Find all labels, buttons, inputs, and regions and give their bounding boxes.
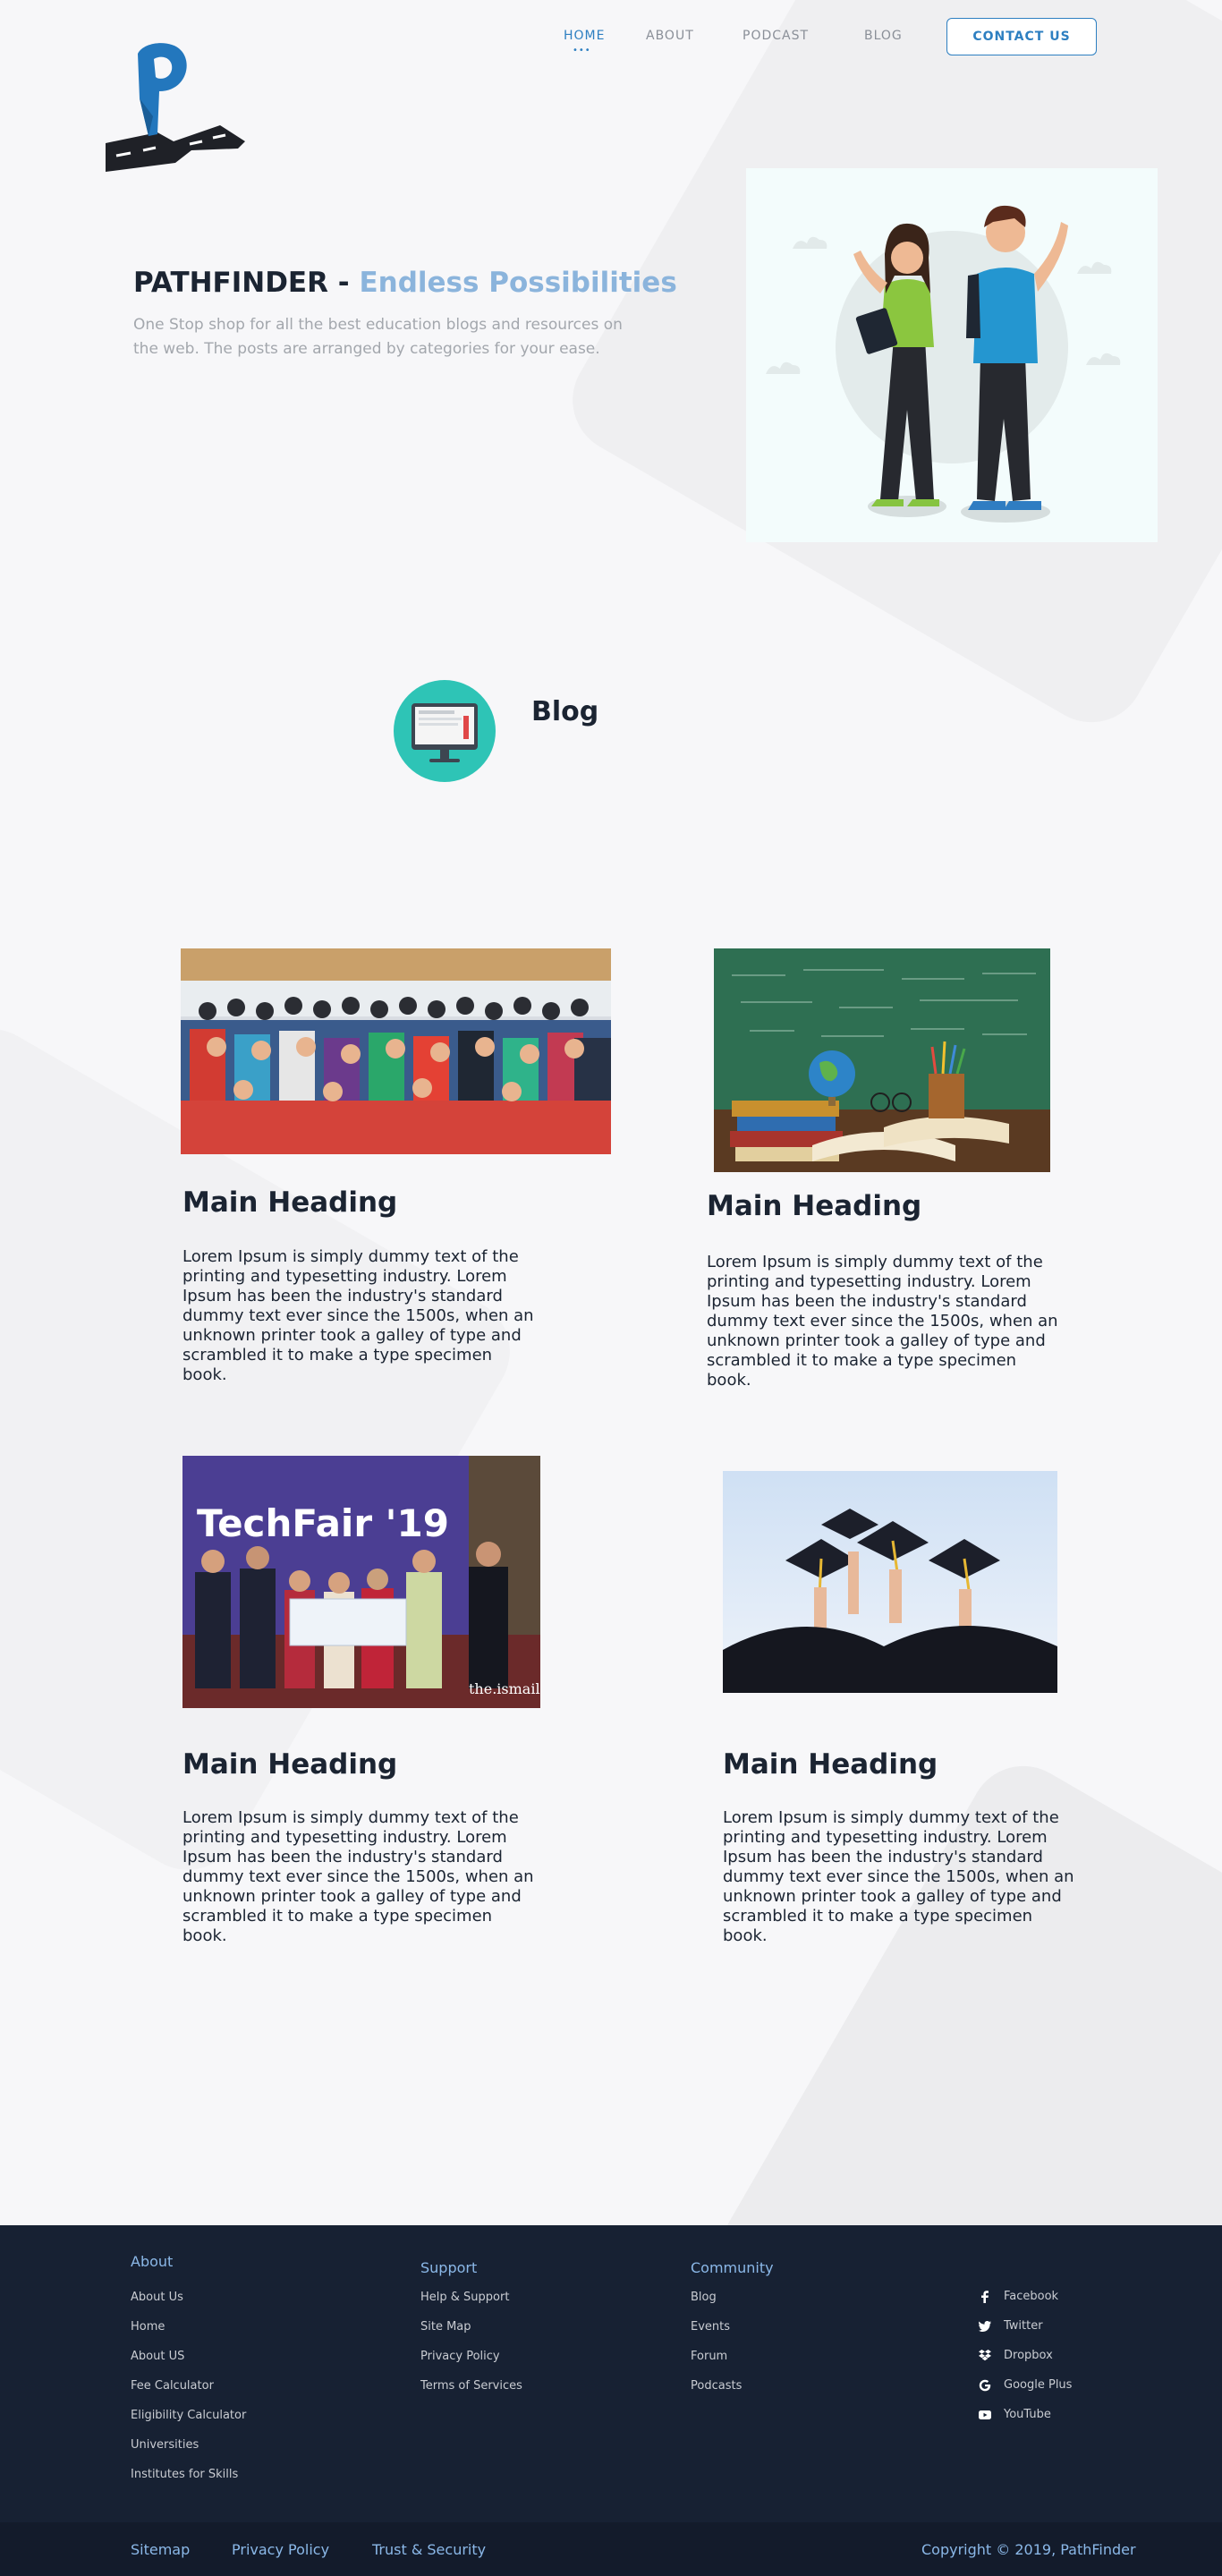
hero-title-accent: Endless Possibilities	[359, 267, 677, 299]
footer-link-help-support[interactable]: Help & Support	[420, 2291, 509, 2304]
nav-about[interactable]: ABOUT	[646, 29, 694, 43]
google-plus-label: Google Plus	[1004, 2378, 1073, 2392]
footer-link-eligibility-calculator[interactable]: Eligibility Calculator	[131, 2409, 246, 2422]
footer-link-institutes[interactable]: Institutes for Skills	[131, 2468, 238, 2481]
footer-link-blog[interactable]: Blog	[691, 2291, 717, 2304]
footer-link-about-us[interactable]: About Us	[131, 2291, 183, 2304]
card-2-body: Lorem Ipsum is simply dummy text of the …	[707, 1253, 1058, 1390]
card-3-image[interactable]: TechFair '19 the.ismaili	[182, 1456, 540, 1708]
footer-bottom-sitemap[interactable]: Sitemap	[131, 2541, 190, 2558]
footer-link-universities[interactable]: Universities	[131, 2438, 199, 2452]
footer-social-google-plus[interactable]: Google Plus	[979, 2378, 1072, 2392]
footer-about-heading: About	[131, 2253, 174, 2270]
hero-subtitle: One Stop shop for all the best education…	[133, 316, 623, 358]
card-4-body: Lorem Ipsum is simply dummy text of the …	[723, 1808, 1074, 1945]
dropbox-label: Dropbox	[1004, 2349, 1053, 2362]
youtube-icon	[979, 2409, 991, 2421]
footer-link-events[interactable]: Events	[691, 2320, 730, 2334]
nav-home[interactable]: HOME	[564, 29, 605, 43]
dropbox-icon	[979, 2350, 991, 2362]
footer-link-home[interactable]: Home	[131, 2320, 165, 2334]
nav-podcast[interactable]: PODCAST	[743, 29, 809, 43]
students-illustration	[746, 168, 1158, 542]
google-plus-icon	[979, 2379, 991, 2392]
active-indicator: •••	[573, 46, 591, 55]
footer-community-heading: Community	[691, 2259, 774, 2276]
card-4-heading[interactable]: Main Heading	[723, 1748, 938, 1781]
card-2-image[interactable]	[714, 948, 1050, 1172]
footer-bottom-privacy-policy[interactable]: Privacy Policy	[232, 2541, 329, 2558]
pathfinder-logo[interactable]	[104, 36, 247, 179]
footer-link-fee-calculator[interactable]: Fee Calculator	[131, 2379, 214, 2393]
card-3-body: Lorem Ipsum is simply dummy text of the …	[182, 1808, 534, 1945]
footer-social-youtube[interactable]: YouTube	[979, 2408, 1051, 2421]
footer-social-dropbox[interactable]: Dropbox	[979, 2349, 1053, 2362]
facebook-icon	[979, 2290, 991, 2303]
contact-us-button[interactable]: CONTACT US	[946, 18, 1097, 55]
facebook-label: Facebook	[1004, 2290, 1059, 2303]
footer-link-terms[interactable]: Terms of Services	[420, 2379, 522, 2393]
footer-link-site-map[interactable]: Site Map	[420, 2320, 471, 2334]
twitter-label: Twitter	[1004, 2319, 1043, 2333]
nav-blog[interactable]: BLOG	[864, 29, 903, 43]
youtube-label: YouTube	[1004, 2408, 1051, 2421]
footer-link-about-us-2[interactable]: About US	[131, 2350, 184, 2363]
hero-title-main: PATHFINDER -	[133, 267, 350, 299]
footer-social-twitter[interactable]: Twitter	[979, 2319, 1043, 2333]
twitter-icon	[979, 2320, 991, 2333]
card-1-body: Lorem Ipsum is simply dummy text of the …	[182, 1247, 534, 1384]
copyright-text: Copyright © 2019, PathFinder	[921, 2541, 1136, 2558]
image-watermark: the.ismaili	[469, 1680, 540, 1697]
footer-link-privacy-policy[interactable]: Privacy Policy	[420, 2350, 500, 2363]
card-3-heading[interactable]: Main Heading	[182, 1748, 397, 1781]
footer-link-forum[interactable]: Forum	[691, 2350, 727, 2363]
blog-section-title: Blog	[531, 696, 599, 727]
blog-monitor-icon	[394, 680, 496, 782]
footer-bottom-trust-security[interactable]: Trust & Security	[372, 2541, 486, 2558]
hero-title: PATHFINDER - Endless Possibilities	[133, 267, 677, 299]
footer-social-facebook[interactable]: Facebook	[979, 2290, 1058, 2303]
card-4-image[interactable]	[723, 1471, 1057, 1693]
techfair-banner-text: TechFair '19	[197, 1501, 449, 1545]
card-1-image[interactable]	[181, 948, 611, 1154]
footer-support-heading: Support	[420, 2259, 478, 2276]
card-2-heading[interactable]: Main Heading	[707, 1190, 921, 1222]
footer-link-podcasts[interactable]: Podcasts	[691, 2379, 742, 2393]
card-1-heading[interactable]: Main Heading	[182, 1186, 397, 1219]
